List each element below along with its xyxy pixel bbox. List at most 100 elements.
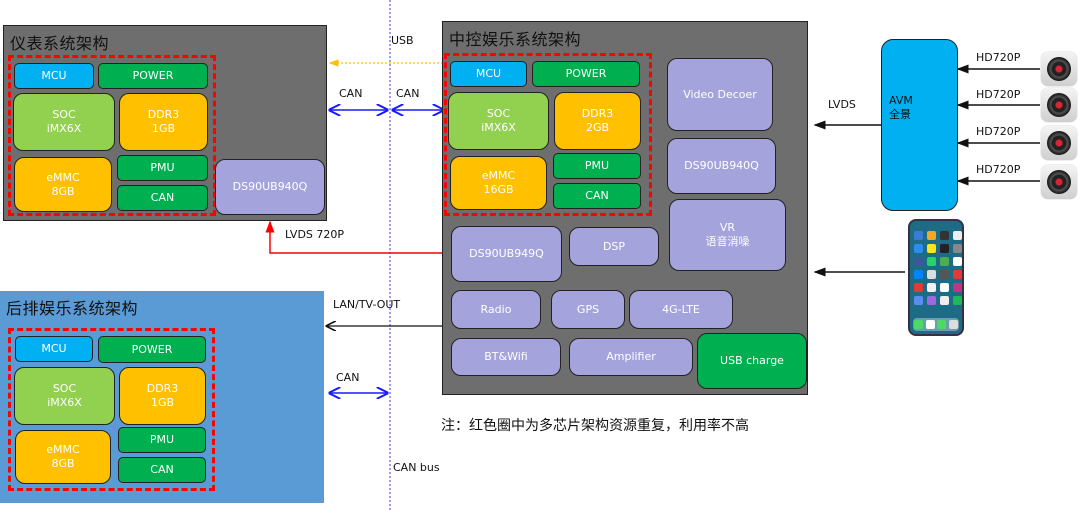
block-sublabel: 语音消噪: [705, 235, 750, 248]
rear-title: 后排娱乐系统架构: [6, 299, 139, 318]
block-label: Amplifier: [606, 350, 656, 363]
headunit-power-block: POWER: [532, 61, 640, 87]
block-sublabel: 1GB: [151, 122, 176, 135]
block-label: BT&Wifi: [484, 350, 528, 363]
block-label: POWER: [132, 69, 174, 82]
headunit-ddr3-block: DDR3 2GB: [554, 92, 641, 150]
block-label: CAN: [150, 463, 174, 476]
lvds-label: LVDS: [828, 98, 856, 111]
block-label: PMU: [584, 159, 610, 172]
radio-block: Radio: [451, 290, 541, 329]
camera-icon: [1041, 88, 1077, 122]
block-label: SOC: [486, 107, 511, 120]
usb-charge-block: USB charge: [697, 333, 807, 389]
cluster-ddr3-block: DDR3 1GB: [119, 93, 208, 151]
block-label: POWER: [131, 342, 173, 356]
block-sublabel: iMX6X: [46, 122, 82, 135]
block-label: eMMC: [46, 443, 80, 456]
cluster-power-block: POWER: [98, 63, 208, 89]
block-label: DDR3: [147, 108, 180, 121]
rear-emmc-block: eMMC 8GB: [15, 430, 111, 484]
cluster-title: 仪表系统架构: [10, 34, 110, 53]
cluster-pmu-block: PMU: [117, 155, 208, 181]
rear-pmu-block: PMU: [118, 427, 206, 453]
block-label: DS90UB940Q: [232, 180, 308, 193]
headunit-emmc-block: eMMC 16GB: [450, 156, 547, 210]
block-sublabel: 8GB: [51, 457, 75, 470]
lan-tv-out-label: LAN/TV-OUT: [333, 298, 401, 311]
block-label: POWER: [565, 67, 607, 80]
block-sublabel: 16GB: [483, 183, 514, 196]
rear-power-block: POWER: [98, 336, 206, 363]
block-label: DSP: [602, 239, 626, 253]
block-label: 4G-LTE: [662, 302, 700, 316]
hd720p-label: HD720P: [976, 163, 1021, 176]
bt-wifi-block: BT&Wifi: [451, 338, 561, 376]
headunit-can-block: CAN: [553, 183, 641, 209]
headunit-pmu-block: PMU: [553, 153, 641, 179]
can-label-rear: CAN: [336, 371, 360, 384]
headunit-panel: 中控娱乐系统架构 MCU POWER SOC iMX6X DDR3 2GB eMMC…: [442, 21, 808, 395]
hd720p-label: HD720P: [976, 125, 1021, 138]
headunit-mcu-block: MCU: [450, 61, 527, 87]
can-label-headunit: CAN: [396, 87, 420, 100]
cluster-mcu-block: MCU: [14, 63, 94, 89]
block-label: SOC: [52, 382, 77, 395]
block-sublabel: 1GB: [150, 396, 175, 409]
block-label: DDR3: [146, 382, 179, 395]
block-label: eMMC: [481, 169, 516, 182]
can-label-cluster: CAN: [339, 87, 363, 100]
rear-can-block: CAN: [118, 457, 206, 483]
block-sublabel: 2GB: [585, 121, 610, 134]
block-label: MCU: [41, 69, 67, 82]
block-label: Video Decoer: [683, 87, 757, 101]
block-sublabel: iMX6X: [47, 396, 82, 409]
headunit-title: 中控娱乐系统架构: [449, 30, 582, 49]
can-bus-label: CAN bus: [393, 461, 440, 474]
4g-lte-block: 4G-LTE: [629, 290, 733, 329]
cluster-emmc-block: eMMC 8GB: [14, 157, 112, 212]
amplifier-block: Amplifier: [569, 338, 693, 376]
camera-icon: [1041, 126, 1077, 160]
block-label: DDR3: [581, 107, 614, 120]
ds90ub949q-block: DS90UB949Q: [451, 226, 562, 282]
usb-label: USB: [391, 34, 414, 47]
hd720p-label: HD720P: [976, 88, 1021, 101]
block-label: DS90UB949Q: [469, 247, 544, 260]
cluster-panel: 仪表系统架构 MCU POWER SOC iMX6X DDR3 1GB eMMC 8G…: [3, 25, 327, 221]
headunit-soc-block: SOC iMX6X: [448, 92, 549, 150]
avm-label-line2: 全景: [889, 108, 911, 121]
block-label: MCU: [41, 342, 67, 355]
rear-ddr3-block: DDR3 1GB: [119, 367, 206, 425]
block-label: eMMC: [46, 170, 80, 184]
rear-panel: 后排娱乐系统架构 MCU POWER SOC iMX6X DDR3 1GB eMMC…: [0, 291, 324, 503]
block-label: DS90UB940Q: [684, 159, 759, 172]
rear-mcu-block: MCU: [15, 336, 93, 362]
cluster-can-block: CAN: [117, 185, 208, 211]
cluster-soc-block: SOC iMX6X: [13, 93, 115, 151]
block-label: PMU: [150, 161, 175, 174]
lvds-720p-label: LVDS 720P: [285, 228, 345, 241]
camera-icon: [1041, 52, 1077, 86]
block-label: GPS: [576, 302, 600, 316]
block-sublabel: iMX6X: [481, 121, 516, 134]
smartphone-icon: [908, 219, 964, 336]
block-label: USB charge: [720, 354, 784, 367]
block-sublabel: 8GB: [51, 184, 75, 198]
camera-icon: [1041, 165, 1077, 199]
avm-label: AVM 全景: [889, 94, 913, 122]
block-label: Radio: [480, 302, 512, 316]
gps-block: GPS: [551, 290, 625, 329]
block-label: VR: [719, 221, 736, 234]
block-label: MCU: [475, 67, 502, 80]
dsp-block: DSP: [569, 227, 659, 266]
block-label: CAN: [150, 191, 175, 204]
redundancy-note: 注：红色圈中为多芯片架构资源重复，利用率不高: [441, 418, 749, 434]
avm-block: AVM 全景: [881, 39, 958, 211]
headunit-ds90ub940q-block: DS90UB940Q: [667, 138, 776, 194]
avm-label-line1: AVM: [889, 94, 913, 107]
hd720p-label: HD720P: [976, 51, 1021, 64]
block-label: CAN: [585, 189, 609, 202]
cluster-ds90ub940q-block: DS90UB940Q: [215, 159, 325, 215]
rear-soc-block: SOC iMX6X: [14, 367, 115, 425]
